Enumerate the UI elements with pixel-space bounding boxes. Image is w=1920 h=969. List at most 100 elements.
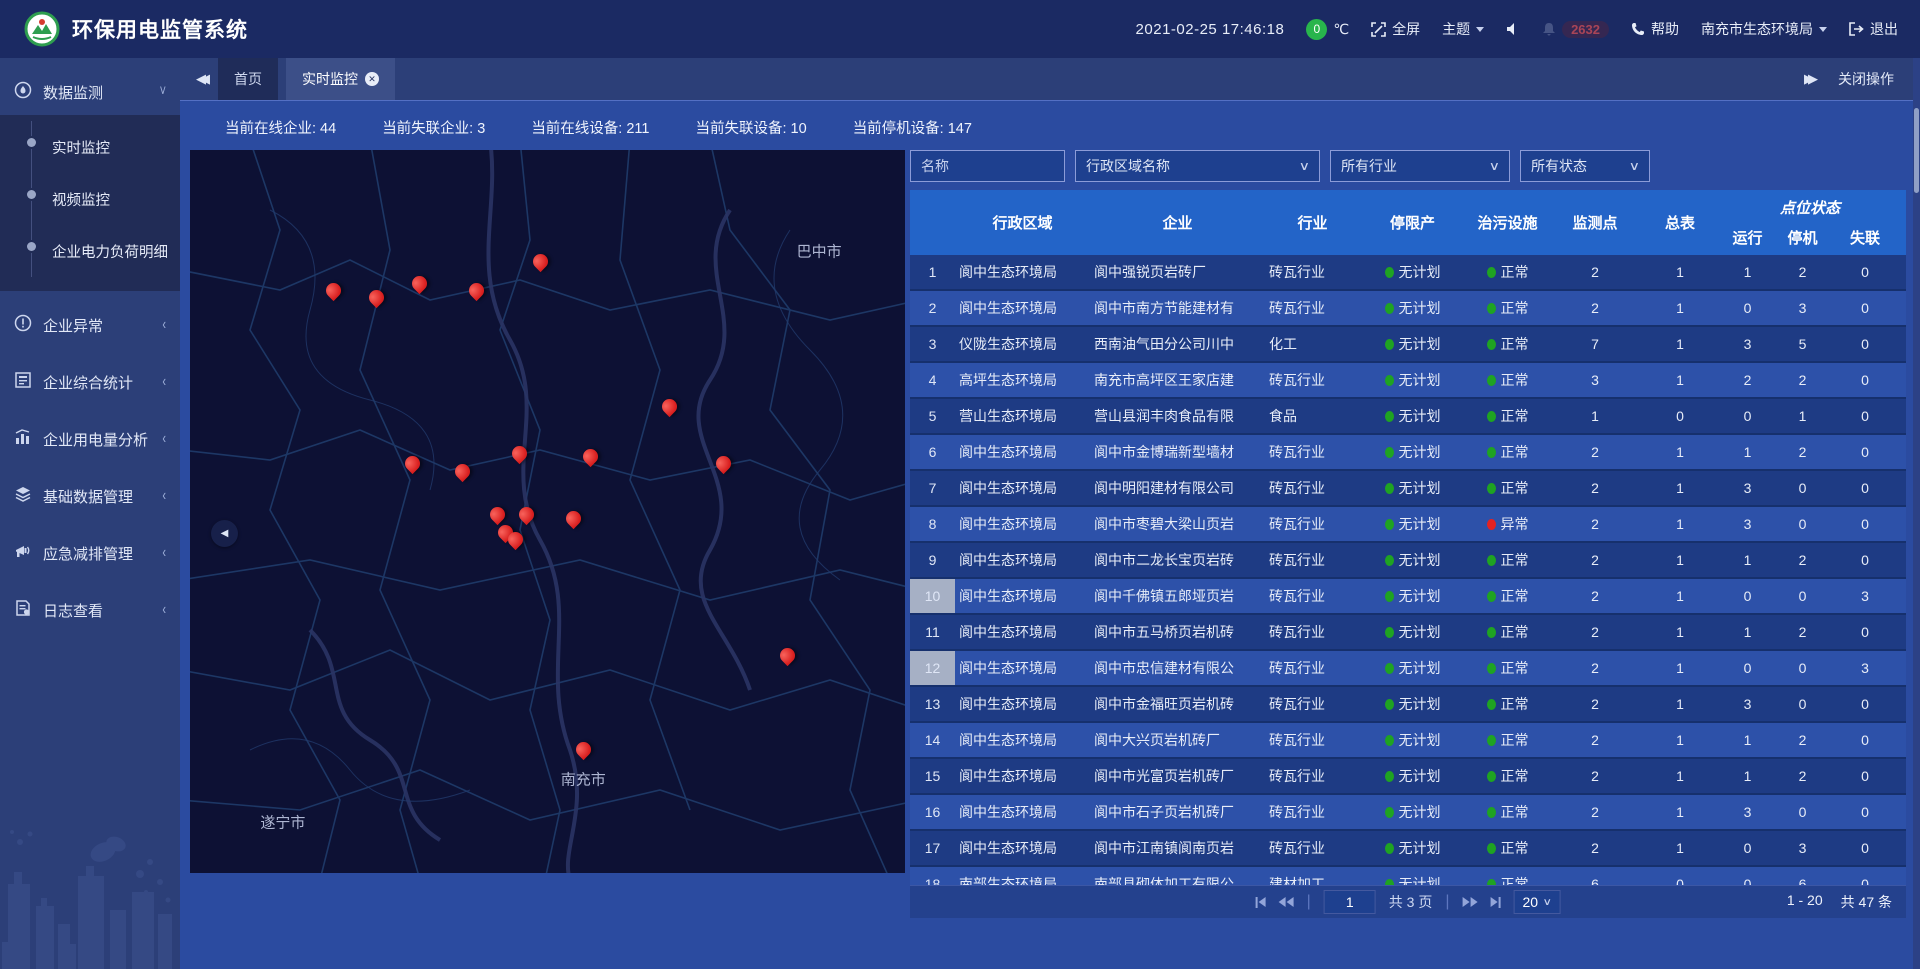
tabs-scroll-right-icon[interactable]: ▶▶ [1804,71,1812,87]
stat-item-1: 当前在线企业: 44 [225,117,336,138]
fullscreen-button[interactable]: 全屏 [1371,19,1420,39]
table-row[interactable]: 13阆中生态环境局阆中市金福旺页岩机砖砖瓦行业无计划正常21300 [910,687,1906,723]
cell-monitor-points: 2 [1550,435,1640,469]
industry-filter-select[interactable]: 所有行业 ∨ [1330,150,1510,182]
cell-pollution-facility: 正常 [1465,435,1550,469]
chevron-left-icon: ‹ [162,488,166,505]
table-row[interactable]: 3仪陇生态环境局西南油气田分公司川中化工无计划正常71350 [910,327,1906,363]
next-page-button[interactable] [1462,897,1477,907]
sidebar-subitem-2[interactable]: 视频监控 [0,173,180,225]
cell-row-number: 2 [910,291,955,325]
cell-industry-text: 砖瓦行业 [1269,730,1325,750]
prev-page-button[interactable] [1279,897,1294,907]
cell-halted: 2 [1775,363,1830,397]
cell-stop-text: 无计划 [1399,442,1441,462]
table-row[interactable]: 6阆中生态环境局阆中市金博瑞新型墙材砖瓦行业无计划正常21120 [910,435,1906,471]
scrollbar-thumb[interactable] [1914,108,1919,193]
cell-total-meter: 1 [1640,723,1720,757]
cell-region: 阆中生态环境局 [955,471,1090,505]
temperature-unit: ℃ [1333,21,1349,38]
cell-row-number: 11 [910,615,955,649]
window-scrollbar[interactable] [1913,58,1920,969]
help-label: 帮助 [1651,19,1679,39]
table-row[interactable]: 14阆中生态环境局阆中大兴页岩机砖厂砖瓦行业无计划正常21120 [910,723,1906,759]
cell-company-text: 阆中市光富页岩机砖厂 [1094,766,1234,786]
map-collapse-button[interactable]: ◀ [211,520,238,547]
status-dot-green-icon [1487,447,1496,458]
close-icon[interactable]: ✕ [365,72,379,86]
cell-company-text: 阆中市江南镇阆南页岩 [1094,838,1234,858]
cell-monitor-points: 2 [1550,543,1640,577]
cell-stop-text: 无计划 [1399,802,1441,822]
sidebar-item-6[interactable]: 应急减排管理‹ [0,530,180,576]
region-filter-select[interactable]: 行政区域名称 ∨ [1075,150,1320,182]
cell-industry: 砖瓦行业 [1265,687,1360,721]
page-number-input[interactable] [1324,890,1376,914]
table-row[interactable]: 15阆中生态环境局阆中市光富页岩机砖厂砖瓦行业无计划正常21120 [910,759,1906,795]
table-row[interactable]: 4高坪生态环境局南充市高坪区王家店建砖瓦行业无计划正常31220 [910,363,1906,399]
sidebar-item-3[interactable]: 企业综合统计‹ [0,359,180,405]
mute-button[interactable] [1506,22,1520,36]
page-size-select[interactable]: 20 ∨ [1513,890,1560,914]
cell-region-text: 阆中生态环境局 [959,622,1057,642]
sidebar-item-1[interactable]: 数据监测˅ [0,69,180,115]
sidebar-item-5[interactable]: 基础数据管理‹ [0,473,180,519]
sidebar: 数据监测˅ 实时监控视频监控企业电力负荷明细企业异常‹ 企业综合统计‹ 企业用电量分析… [0,58,180,969]
cell-disconnected: 0 [1830,291,1900,325]
submenu-dot-icon [27,138,36,147]
cell-stop-production: 无计划 [1360,363,1465,397]
col-disconnected: 失联 [1830,220,1900,255]
first-page-button[interactable] [1256,897,1266,908]
sidebar-item-4[interactable]: 企业用电量分析‹ [0,416,180,462]
table-row[interactable]: 17阆中生态环境局阆中市江南镇阆南页岩砖瓦行业无计划正常21030 [910,831,1906,867]
tab-realtime-label: 实时监控 [302,69,358,89]
table-row[interactable]: 10阆中生态环境局阆中千佛镇五郎垭页岩砖瓦行业无计划正常21003 [910,579,1906,615]
cell-pollution-facility: 正常 [1465,579,1550,613]
org-dropdown[interactable]: 南充市生态环境局 [1701,19,1827,39]
cell-stop-text: 无计划 [1399,838,1441,858]
table-row[interactable]: 8阆中生态环境局阆中市枣碧大梁山页岩砖瓦行业无计划异常21300 [910,507,1906,543]
table-row[interactable]: 2阆中生态环境局阆中市南方节能建材有砖瓦行业无计划正常21030 [910,291,1906,327]
sidebar-item-2[interactable]: 企业异常‹ [0,302,180,348]
close-operations-button[interactable]: 关闭操作 [1838,69,1894,89]
last-page-button[interactable] [1490,897,1500,908]
table-row[interactable]: 1阆中生态环境局阆中强锐页岩砖厂砖瓦行业无计划正常21120 [910,255,1906,291]
cell-facility-text: 正常 [1501,730,1529,750]
tab-realtime-monitor[interactable]: 实时监控 ✕ [286,58,395,100]
cell-company-text: 阆中明阳建材有限公司 [1094,478,1234,498]
sidebar-subitem-1[interactable]: 实时监控 [0,121,180,173]
cell-industry-text: 砖瓦行业 [1269,838,1325,858]
status-filter-select[interactable]: 所有状态 ∨ [1520,150,1650,182]
table-row[interactable]: 9阆中生态环境局阆中市二龙长宝页岩砖砖瓦行业无计划正常21120 [910,543,1906,579]
notifications[interactable]: 2632 [1542,21,1609,38]
table-row[interactable]: 5营山生态环境局营山县润丰肉食品有限食品无计划正常10010 [910,399,1906,435]
cell-stop-text: 无计划 [1399,658,1441,678]
name-filter-field[interactable] [910,150,1065,182]
name-search-input[interactable] [921,158,1054,174]
sidebar-item-label: 基础数据管理 [43,486,162,507]
table-row[interactable]: 11阆中生态环境局阆中市五马桥页岩机砖砖瓦行业无计划正常21120 [910,615,1906,651]
cell-industry-text: 砖瓦行业 [1269,298,1325,318]
cell-monitor-points: 2 [1550,831,1640,865]
table-row[interactable]: 18南部生态环境局南部县砌体加工有限公建材加工无计划正常60060 [910,867,1906,885]
status-dot-green-icon [1487,267,1496,278]
cell-pollution-facility: 正常 [1465,651,1550,685]
logout-button[interactable]: 退出 [1849,19,1898,39]
help-button[interactable]: 帮助 [1631,19,1679,39]
table-row[interactable]: 12阆中生态环境局阆中市忠信建材有限公砖瓦行业无计划正常21003 [910,651,1906,687]
theme-dropdown[interactable]: 主题 [1442,19,1484,39]
table-row[interactable]: 16阆中生态环境局阆中市石子页岩机砖厂砖瓦行业无计划正常21300 [910,795,1906,831]
cell-industry-text: 砖瓦行业 [1269,694,1325,714]
cell-stop-production: 无计划 [1360,651,1465,685]
cell-region: 南部生态环境局 [955,867,1090,885]
cell-region-text: 营山生态环境局 [959,406,1057,426]
cell-pollution-facility: 正常 [1465,543,1550,577]
cell-company: 阆中强锐页岩砖厂 [1090,255,1265,289]
map-panel[interactable]: 巴中市南充市遂宁市 [190,150,905,873]
table-row[interactable]: 7阆中生态环境局阆中明阳建材有限公司砖瓦行业无计划正常21300 [910,471,1906,507]
sidebar-item-7[interactable]: 日志查看‹ [0,587,180,633]
tab-home[interactable]: 首页 [218,58,278,100]
cell-company-text: 阆中市二龙长宝页岩砖 [1094,550,1234,570]
sidebar-subitem-3[interactable]: 企业电力负荷明细 [0,225,180,277]
tabs-scroll-left-icon[interactable]: ◀◀ [180,71,218,87]
